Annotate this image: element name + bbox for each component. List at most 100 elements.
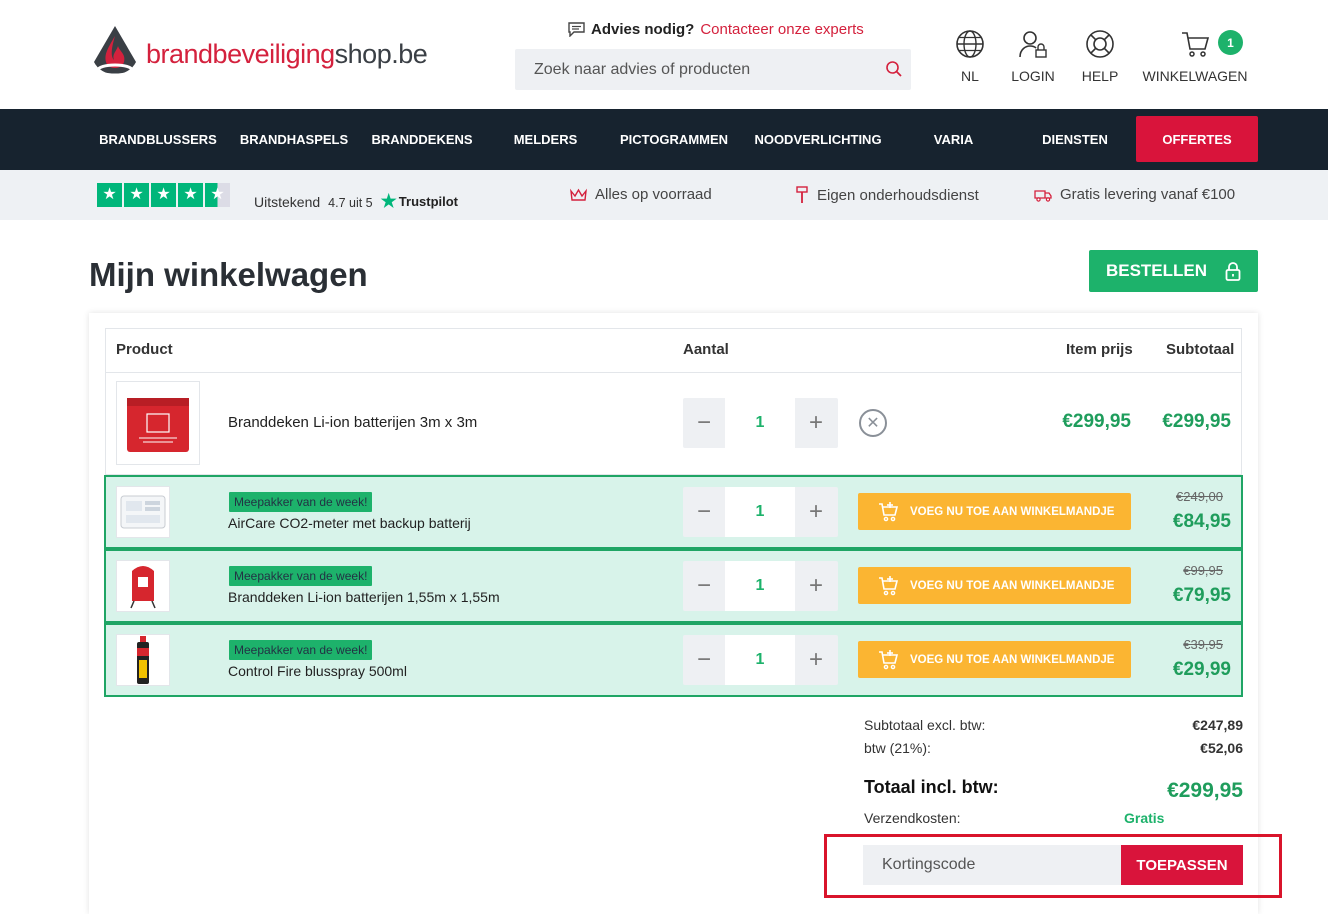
truck-icon	[1034, 189, 1052, 202]
upsell-price: €29,99	[1172, 659, 1231, 680]
nav-item-branddekens[interactable]: BRANDDEKENS	[368, 109, 476, 170]
item-price: €299,95	[1062, 411, 1131, 432]
remove-item-icon[interactable]: ✕	[859, 409, 887, 437]
upsell-thumbnail[interactable]	[116, 486, 170, 538]
trustpilot-stars: ★ ★ ★ ★ ★	[97, 183, 230, 207]
search-input[interactable]	[534, 60, 874, 79]
usp-stock-label: Alles op voorraad	[595, 186, 712, 203]
shipping-label: Verzendkosten:	[864, 810, 961, 826]
fire-blanket-image	[127, 398, 189, 452]
user-lock-icon	[1019, 31, 1047, 58]
cart-icon	[1182, 32, 1210, 57]
usp-delivery-label: Gratis levering vanaf €100	[1060, 186, 1236, 203]
help-button[interactable]: HELP	[1080, 27, 1120, 84]
quantity-stepper: − 1 +	[683, 398, 838, 448]
offertes-button[interactable]: OFFERTES	[1136, 116, 1258, 162]
trustpilot-label: Trustpilot	[398, 194, 458, 209]
add-to-cart-button[interactable]: VOEG NU TOE AAN WINKELMANDJE	[858, 567, 1131, 604]
nav-item-pictogrammen[interactable]: PICTOGRAMMEN	[614, 109, 734, 170]
decrease-qty-button[interactable]: −	[683, 635, 725, 685]
contact-experts-link[interactable]: Contacteer onze experts	[700, 21, 863, 38]
apply-coupon-button[interactable]: TOEPASSEN	[1121, 845, 1243, 885]
add-to-cart-label: VOEG NU TOE AAN WINKELMANDJE	[910, 653, 1115, 666]
usp-delivery: Gratis levering vanaf €100	[1034, 186, 1235, 203]
quantity-stepper: − 1 +	[683, 635, 838, 685]
product-thumbnail[interactable]	[116, 381, 200, 465]
nav-item-melders[interactable]: MELDERS	[508, 109, 583, 170]
star-icon: ★	[124, 183, 149, 207]
col-header-subtotal: Subtotaal	[1166, 341, 1235, 358]
star-icon: ★	[97, 183, 122, 207]
upsell-thumbnail[interactable]	[116, 634, 170, 686]
increase-qty-button[interactable]: +	[795, 561, 837, 611]
col-header-qty: Aantal	[683, 341, 729, 358]
add-cart-icon	[879, 649, 899, 669]
co2-meter-image	[120, 495, 166, 529]
login-button[interactable]: LOGIN	[1008, 27, 1058, 84]
rating-word: Uitstekend	[254, 194, 321, 210]
nav-item-noodverlichting[interactable]: NOODVERLICHTING	[752, 109, 884, 170]
usp-service-label: Eigen onderhoudsdienst	[817, 186, 979, 204]
half-star-icon: ★	[205, 183, 230, 207]
usp-stock: Alles op voorraad	[570, 186, 712, 203]
header-divider	[106, 372, 1242, 373]
old-price: €249,00	[1176, 489, 1223, 504]
coupon-input[interactable]	[863, 845, 1121, 885]
nav-item-varia[interactable]: VARIA	[925, 109, 982, 170]
quantity-value[interactable]: 1	[725, 635, 795, 685]
help-label: HELP	[1081, 68, 1119, 84]
nav-item-brandblussers[interactable]: BRANDBLUSSERS	[97, 109, 219, 170]
language-label: NL	[961, 68, 979, 84]
item-subtotal: €299,95	[1162, 411, 1231, 432]
usp-service: Eigen onderhoudsdienst	[795, 186, 979, 204]
trustpilot-brand: ★ Trustpilot	[381, 191, 458, 212]
cart-label: WINKELWAGEN	[1142, 68, 1248, 84]
upsell-tag: Meepakker van de week!	[229, 492, 373, 512]
rating-score: 4.7 uit 5	[328, 196, 373, 210]
search-icon[interactable]	[885, 60, 903, 78]
logo-text-part2: shop.be	[334, 38, 428, 69]
nav-item-diensten[interactable]: DIENSTEN	[1036, 109, 1114, 170]
add-to-cart-label: VOEG NU TOE AAN WINKELMANDJE	[910, 505, 1115, 518]
trustpilot-star-icon: ★	[380, 191, 397, 211]
star-icon: ★	[151, 183, 176, 207]
add-to-cart-button[interactable]: VOEG NU TOE AAN WINKELMANDJE	[858, 493, 1131, 530]
crown-icon	[570, 188, 587, 201]
quantity-value[interactable]: 1	[725, 561, 795, 611]
quantity-value[interactable]: 1	[725, 487, 795, 537]
total-label: Totaal incl. btw:	[864, 777, 999, 797]
trustpilot-rating[interactable]: Uitstekend 4.7 uit 5 ★ Trustpilot	[254, 191, 458, 212]
fire-blanket-bag-image	[130, 566, 156, 609]
cart-count-badge: 1	[1218, 30, 1243, 55]
quantity-value[interactable]: 1	[725, 398, 795, 448]
decrease-qty-button[interactable]: −	[683, 561, 725, 611]
subtotal-value: €247,89	[1192, 717, 1243, 733]
nav-item-brandhaspels[interactable]: BRANDHASPELS	[236, 109, 352, 170]
upsell-thumbnail[interactable]	[116, 560, 170, 612]
vat-label: btw (21%):	[864, 740, 931, 756]
decrease-qty-button[interactable]: −	[683, 487, 725, 537]
main-nav: BRANDBLUSSERS BRANDHASPELS BRANDDEKENS M…	[0, 109, 1328, 170]
increase-qty-button[interactable]: +	[795, 398, 837, 448]
language-selector[interactable]: NL	[950, 27, 990, 84]
advice-label: Advies nodig?	[591, 21, 695, 38]
upsell-name[interactable]: Control Fire blusspray 500ml	[228, 663, 407, 679]
upsell-name[interactable]: Branddeken Li-ion batterijen 1,55m x 1,5…	[228, 589, 500, 605]
upsell-tag: Meepakker van de week!	[229, 566, 373, 586]
increase-qty-button[interactable]: +	[795, 487, 837, 537]
order-button[interactable]: BESTELLEN	[1089, 250, 1258, 292]
col-header-product: Product	[116, 341, 173, 358]
page-title: Mijn winkelwagen	[89, 256, 368, 293]
site-logo[interactable]: brandbeveiligingshop.be	[90, 24, 428, 84]
lock-icon	[1225, 261, 1241, 281]
decrease-qty-button[interactable]: −	[683, 398, 725, 448]
total-value: €299,95	[1167, 779, 1243, 802]
col-header-item-price: Item prijs	[1066, 341, 1133, 358]
increase-qty-button[interactable]: +	[795, 635, 837, 685]
upsell-name[interactable]: AirCare CO2-meter met backup batterij	[228, 515, 471, 531]
old-price: €39,95	[1183, 637, 1223, 652]
hammer-icon	[796, 186, 808, 203]
product-name[interactable]: Branddeken Li-ion batterijen 3m x 3m	[228, 414, 477, 431]
add-to-cart-button[interactable]: VOEG NU TOE AAN WINKELMANDJE	[858, 641, 1131, 678]
add-cart-icon	[879, 501, 899, 521]
